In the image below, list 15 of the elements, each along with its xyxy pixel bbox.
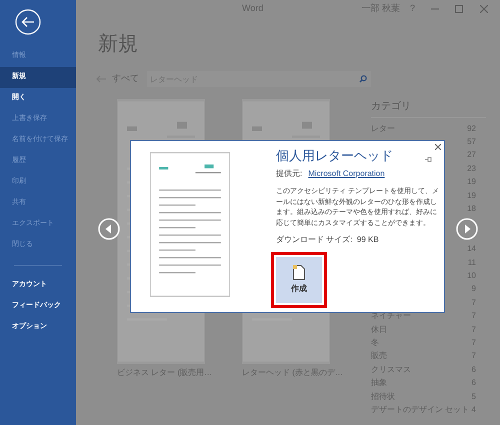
next-icon[interactable] — [456, 218, 478, 240]
download-size: ダウンロード サイズ: 99 KB — [276, 234, 379, 246]
create-button[interactable]: 作成 — [276, 257, 322, 303]
categories-title: カテゴリ — [371, 100, 412, 113]
maximize-icon[interactable] — [455, 5, 463, 13]
back-icon[interactable] — [15, 9, 41, 35]
provider-link[interactable]: Microsoft Corporation — [308, 168, 385, 180]
provider-label: 提供元: — [276, 168, 302, 180]
previous-icon[interactable] — [98, 218, 120, 240]
close-icon[interactable] — [435, 144, 441, 150]
dialog-title: 個人用レターヘッド — [276, 149, 393, 162]
help-button[interactable]: ? — [410, 2, 415, 16]
new-document-icon — [293, 265, 305, 280]
pin-icon[interactable] — [425, 157, 432, 162]
page-heading: 新規 — [98, 34, 139, 54]
